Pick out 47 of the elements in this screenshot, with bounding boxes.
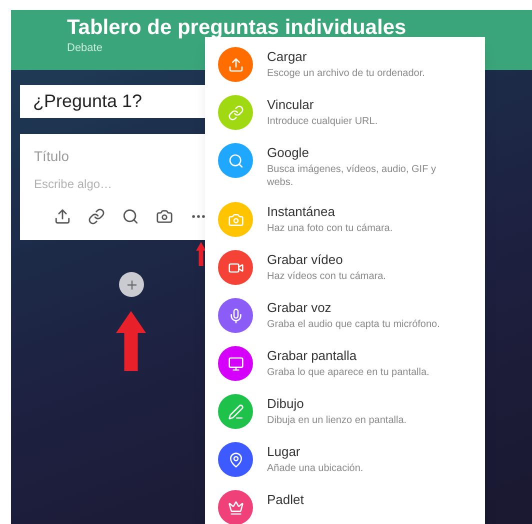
menu-item-title: Lugar xyxy=(267,443,302,460)
menu-item[interactable]: Grabar voz Graba el audio que capta tu micrófono. xyxy=(205,298,485,346)
menu-item-title: Grabar voz xyxy=(267,299,332,316)
menu-item[interactable]: Grabar pantalla Graba lo que aparece en tu pantalla. xyxy=(205,346,485,394)
crown-icon xyxy=(228,500,244,516)
microphone-icon xyxy=(228,308,244,324)
menu-item-title: Vincular xyxy=(267,96,315,113)
menu-item-description: Haz una foto con tu cámara. xyxy=(267,222,394,235)
map-pin-icon xyxy=(228,452,244,468)
search-icon[interactable] xyxy=(122,208,139,225)
body-field[interactable]: Escribe algo… xyxy=(34,175,194,193)
menu-item-description: Introduce cualquier URL. xyxy=(267,115,379,128)
monitor-icon xyxy=(228,356,244,372)
menu-item[interactable]: Instantánea Haz una foto con tu cámara. xyxy=(205,202,485,250)
menu-item[interactable]: Google Busca imágenes, vídeos, audio, GIF y webs. xyxy=(205,143,485,202)
menu-item-title: Cargar xyxy=(267,48,308,65)
menu-item-description: Busca imágenes, vídeos, audio, GIF y webs. xyxy=(267,163,437,189)
menu-item-title: Grabar pantalla xyxy=(267,347,358,364)
pen-icon xyxy=(228,404,244,420)
menu-item[interactable]: Dibujo Dibuja en un lienzo en pantalla. xyxy=(205,394,485,442)
menu-item-description: Haz vídeos con tu cámara. xyxy=(267,270,387,283)
annotation-arrow xyxy=(116,311,146,371)
menu-item-description: Graba lo que aparece en tu pantalla. xyxy=(267,366,430,379)
board-title: Tablero de preguntas individuales xyxy=(67,15,406,41)
menu-item[interactable]: Lugar Añade una ubicación. xyxy=(205,442,485,490)
board-subtitle: Debate xyxy=(67,41,102,55)
menu-item-description: Añade una ubicación. xyxy=(267,462,364,475)
camera-icon[interactable] xyxy=(156,208,173,225)
camera-icon xyxy=(228,212,244,228)
upload-icon xyxy=(228,56,244,72)
menu-item-description: Escoge un archivo de tu ordenador. xyxy=(267,67,426,80)
menu-item-description: Dibuja en un lienzo en pantalla. xyxy=(267,414,408,427)
link-icon[interactable] xyxy=(88,208,105,225)
menu-item[interactable]: Grabar vídeo Haz vídeos con tu cámara. xyxy=(205,250,485,298)
menu-item-title: Instantánea xyxy=(267,203,336,220)
menu-item-description: Graba el audio que capta tu micrófono. xyxy=(267,318,441,331)
menu-item-title: Dibujo xyxy=(267,395,305,412)
menu-item-title: Padlet xyxy=(267,491,304,508)
search-icon xyxy=(228,152,244,168)
plus-icon xyxy=(124,278,138,292)
link-icon xyxy=(228,104,244,120)
title-field[interactable]: Título xyxy=(34,146,194,167)
menu-item[interactable]: Padlet xyxy=(205,490,485,524)
annotation-arrow xyxy=(196,242,206,266)
upload-icon[interactable] xyxy=(54,208,71,225)
menu-item-title: Grabar vídeo xyxy=(267,251,344,268)
menu-item-title: Google xyxy=(267,144,310,161)
